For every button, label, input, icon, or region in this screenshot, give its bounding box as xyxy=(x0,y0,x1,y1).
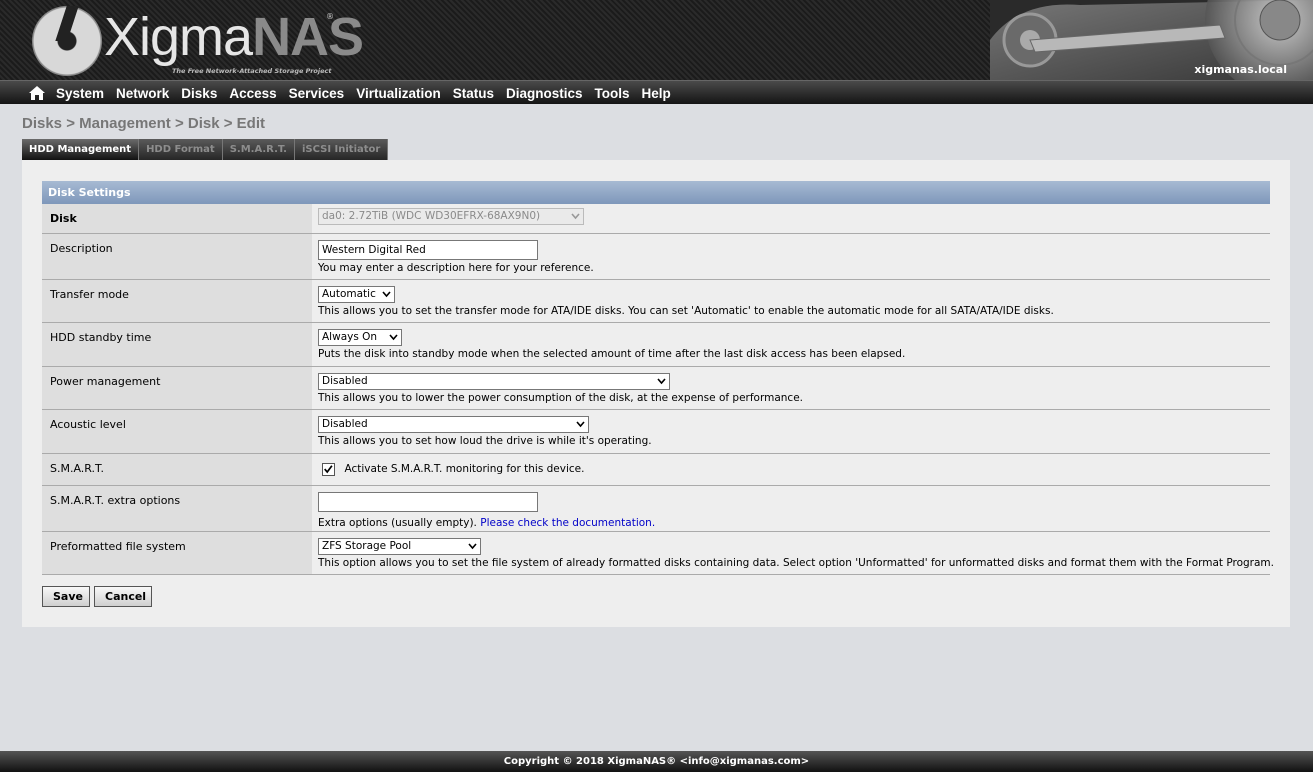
disk-select: da0: 2.72TiB (WDC WD30EFRX-68AX9N0) xyxy=(318,208,584,225)
acoustic-level-label: Acoustic level xyxy=(42,410,312,453)
nav-system[interactable]: System xyxy=(56,86,104,101)
chevron-down-icon xyxy=(382,291,391,298)
preformatted-fs-select[interactable]: ZFS Storage Pool xyxy=(318,538,481,555)
acoustic-level-help: This allows you to set how loud the driv… xyxy=(318,435,652,447)
nav-diagnostics[interactable]: Diagnostics xyxy=(506,86,583,101)
section-title: Disk Settings xyxy=(42,181,1270,204)
header-banner: XigmaNAS ® The Free Network-Attached Sto… xyxy=(0,0,1313,80)
disk-label: Disk xyxy=(42,204,312,233)
nav-access[interactable]: Access xyxy=(229,86,276,101)
chevron-down-icon xyxy=(389,334,398,341)
content-panel: Disk Settings Disk da0: 2.72TiB (WDC WD3… xyxy=(22,160,1290,627)
tab-bar: HDD Management HDD Format S.M.A.R.T. iSC… xyxy=(22,139,389,160)
documentation-link[interactable]: Please check the documentation. xyxy=(480,517,655,529)
chevron-down-icon xyxy=(468,543,477,550)
power-management-select[interactable]: Disabled xyxy=(318,373,670,390)
description-label: Description xyxy=(42,234,312,279)
checkmark-icon xyxy=(324,464,333,473)
nav-network[interactable]: Network xyxy=(116,86,169,101)
cancel-button[interactable]: Cancel xyxy=(94,586,152,607)
chevron-down-icon xyxy=(657,378,666,385)
nav-services[interactable]: Services xyxy=(289,86,345,101)
preformatted-fs-help: This option allows you to set the file s… xyxy=(318,557,1275,569)
nav-disks[interactable]: Disks xyxy=(181,86,217,101)
breadcrumb: Disks > Management > Disk > Edit xyxy=(22,115,266,132)
home-icon[interactable] xyxy=(28,85,46,101)
standby-select[interactable]: Always On xyxy=(318,329,402,346)
nav-status[interactable]: Status xyxy=(453,86,494,101)
smart-extra-input[interactable] xyxy=(318,492,538,512)
hostname: xigmanas.local xyxy=(1194,63,1287,76)
power-management-label: Power management xyxy=(42,367,312,409)
smart-extra-help: Extra options (usually empty). xyxy=(318,517,477,529)
row-power-management: Power management Disabled This allows yo… xyxy=(42,367,1270,410)
row-transfer-mode: Transfer mode Automatic This allows you … xyxy=(42,280,1270,323)
smart-checkbox-label[interactable]: Activate S.M.A.R.T. monitoring for this … xyxy=(345,463,585,475)
tab-smart[interactable]: S.M.A.R.T. xyxy=(222,139,295,160)
chevron-down-icon xyxy=(576,421,585,428)
row-smart: S.M.A.R.T. Activate S.M.A.R.T. monitorin… xyxy=(42,454,1270,486)
acoustic-level-select[interactable]: Disabled xyxy=(318,416,589,433)
logo-registered-mark: ® xyxy=(326,12,334,21)
chevron-down-icon xyxy=(571,213,580,220)
nav-tools[interactable]: Tools xyxy=(595,86,630,101)
logo-text: XigmaNAS xyxy=(104,7,364,67)
row-disk: Disk da0: 2.72TiB (WDC WD30EFRX-68AX9N0) xyxy=(42,204,1270,234)
transfer-mode-help: This allows you to set the transfer mode… xyxy=(318,305,1054,317)
row-standby: HDD standby time Always On Puts the disk… xyxy=(42,323,1270,367)
footer-email[interactable]: <info@xigmanas.com> xyxy=(680,756,810,767)
tab-iscsi-initiator[interactable]: iSCSI Initiator xyxy=(294,139,389,160)
nav-virtualization[interactable]: Virtualization xyxy=(356,86,441,101)
logo-disc-icon xyxy=(32,6,102,76)
row-preformatted-fs: Preformatted file system ZFS Storage Poo… xyxy=(42,532,1275,575)
transfer-mode-select[interactable]: Automatic xyxy=(318,286,395,303)
smart-label: S.M.A.R.T. xyxy=(42,454,312,485)
description-help: You may enter a description here for you… xyxy=(318,262,594,274)
standby-help: Puts the disk into standby mode when the… xyxy=(318,348,906,360)
footer: Copyright © 2018 XigmaNAS® <info@xigmana… xyxy=(0,751,1313,772)
row-smart-extra: S.M.A.R.T. extra options Extra options (… xyxy=(42,486,1270,532)
preformatted-fs-label: Preformatted file system xyxy=(42,532,312,574)
nav-help[interactable]: Help xyxy=(642,86,671,101)
xigmanas-logo[interactable]: XigmaNAS ® The Free Network-Attached Sto… xyxy=(32,4,364,78)
smart-extra-label: S.M.A.R.T. extra options xyxy=(42,486,312,531)
main-nav: System Network Disks Access Services Vir… xyxy=(0,80,1313,104)
tab-hdd-format[interactable]: HDD Format xyxy=(139,139,223,160)
tab-hdd-management[interactable]: HDD Management xyxy=(22,139,140,160)
standby-label: HDD standby time xyxy=(42,323,312,366)
power-management-help: This allows you to lower the power consu… xyxy=(318,392,803,404)
transfer-mode-label: Transfer mode xyxy=(42,280,312,322)
row-description: Description Western Digital Red You may … xyxy=(42,234,1270,280)
save-button[interactable]: Save xyxy=(42,586,90,607)
description-input[interactable]: Western Digital Red xyxy=(318,240,538,260)
row-acoustic-level: Acoustic level Disabled This allows you … xyxy=(42,410,1270,454)
footer-copyright: Copyright © 2018 XigmaNAS® xyxy=(503,756,677,767)
logo-tagline: The Free Network-Attached Storage Projec… xyxy=(172,67,332,75)
smart-checkbox[interactable] xyxy=(322,462,335,476)
